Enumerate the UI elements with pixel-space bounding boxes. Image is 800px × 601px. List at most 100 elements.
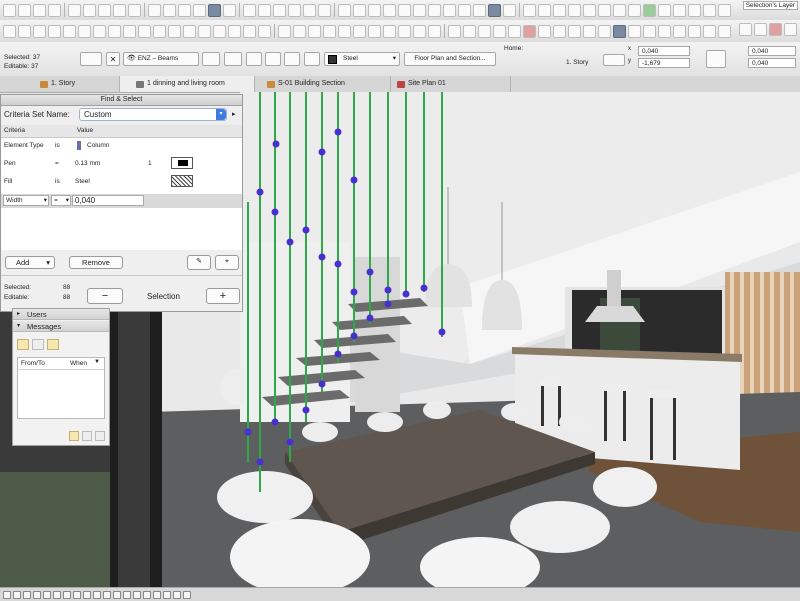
redo-status-icon[interactable] [13, 590, 21, 599]
messages-section-header[interactable]: ▾ Messages [13, 321, 109, 332]
composite-icon[interactable] [318, 3, 331, 17]
curtain-wall-icon[interactable] [183, 24, 196, 38]
favorites-icon[interactable] [80, 52, 102, 66]
projection-icon[interactable] [93, 590, 101, 599]
renovation-filter-icon[interactable] [123, 590, 131, 599]
previous-view-icon[interactable] [53, 590, 61, 599]
reference-line-icon[interactable] [603, 54, 625, 66]
eyedropper-icon[interactable]: ✎ [187, 255, 211, 270]
label-tool-icon[interactable] [323, 24, 336, 38]
pen-set-icon[interactable] [258, 3, 271, 17]
elevation-tool-icon[interactable] [463, 24, 476, 38]
library-icon[interactable] [583, 3, 596, 17]
text-tool-icon[interactable] [308, 24, 321, 38]
add-to-selection-button[interactable]: + [206, 288, 240, 304]
delete-message-icon[interactable] [95, 431, 105, 441]
attach-icon[interactable] [69, 431, 79, 441]
reference-icon[interactable] [754, 23, 767, 36]
depth-field[interactable]: 0,040 [748, 58, 796, 68]
anchor-icon[interactable] [284, 52, 300, 66]
trace-icon[interactable] [739, 23, 752, 36]
paste-icon[interactable] [98, 3, 111, 17]
cut-icon[interactable] [68, 3, 81, 17]
pen-swatch-icon[interactable] [171, 157, 193, 169]
print-message-icon[interactable] [82, 431, 92, 441]
dimension-status-icon[interactable] [143, 590, 151, 599]
print-icon[interactable] [48, 3, 61, 17]
scale-icon[interactable] [173, 590, 181, 599]
polyline-icon[interactable] [383, 24, 396, 38]
tab-dinning-living-room[interactable]: 1 dinning and living room [120, 76, 255, 92]
syringe-icon[interactable] [193, 3, 206, 17]
chevron-right-icon[interactable]: ▸ [232, 110, 236, 118]
explode-icon[interactable] [613, 24, 626, 38]
dimension-icon[interactable] [278, 24, 291, 38]
tab-site-plan[interactable]: Site Plan 01 [391, 76, 511, 92]
pen-set-status-icon[interactable] [153, 590, 161, 599]
organizer-icon[interactable] [568, 3, 581, 17]
marquee-icon[interactable] [163, 3, 176, 17]
arrow-select-icon[interactable] [3, 24, 16, 38]
marker-tool-icon[interactable] [583, 24, 596, 38]
view-settings-button[interactable]: Floor Plan and Section... [404, 52, 496, 66]
slab-tool-icon[interactable] [78, 24, 91, 38]
undo-status-icon[interactable] [3, 590, 11, 599]
open-file-icon[interactable] [18, 3, 31, 17]
structure-icon[interactable] [202, 52, 220, 66]
view-3d-icon[interactable] [338, 3, 351, 17]
markup-icon[interactable] [769, 23, 782, 36]
shape-icon[interactable] [224, 52, 242, 66]
detail-tool-icon[interactable] [508, 24, 521, 38]
wall-tool-icon[interactable] [33, 24, 46, 38]
reply-icon[interactable] [32, 339, 44, 350]
column-tool-icon[interactable] [48, 24, 61, 38]
layout-icon[interactable] [428, 3, 441, 17]
stair-tool-icon[interactable] [153, 24, 166, 38]
beam-tool-icon[interactable] [63, 24, 76, 38]
pointer-icon[interactable] [148, 3, 161, 17]
partial-structure-icon[interactable] [103, 590, 111, 599]
section-size-icon[interactable] [706, 50, 726, 68]
ungroup-icon[interactable] [643, 24, 656, 38]
home-story-value[interactable]: 1. Story [566, 59, 588, 66]
zoom-in-icon[interactable] [23, 590, 31, 599]
sun-icon[interactable] [658, 3, 671, 17]
request-icon[interactable] [47, 339, 59, 350]
grid-tool-icon[interactable] [538, 24, 551, 38]
zoom-icon[interactable] [688, 3, 701, 17]
distribute-icon[interactable] [703, 24, 716, 38]
eyedropper-icon[interactable] [178, 3, 191, 17]
criteria-row-width[interactable]: Width ▾ = ▾ 0,040 [1, 194, 242, 208]
width-field[interactable]: 0,040 [748, 46, 796, 56]
worksheet-icon[interactable] [413, 3, 426, 17]
criteria-row[interactable]: Fill is Steel [1, 175, 242, 190]
rotation-icon[interactable] [265, 52, 281, 66]
marquee-select-icon[interactable] [18, 24, 31, 38]
figure-icon[interactable] [428, 24, 441, 38]
width-criteria-dropdown[interactable]: Width ▾ [3, 195, 49, 206]
selection-layer-dropdown[interactable]: Selection's Layer [742, 1, 798, 10]
deselect-button[interactable]: − [87, 288, 123, 304]
fill-tool-icon[interactable] [338, 24, 351, 38]
lock-icon[interactable] [658, 24, 671, 38]
bim-components-icon[interactable] [613, 3, 626, 17]
new-file-icon[interactable] [3, 3, 16, 17]
x-coordinate-field[interactable]: 0,040 [638, 46, 690, 56]
tab-building-section[interactable]: S-01 Building Section [255, 76, 391, 92]
slant-icon[interactable] [304, 52, 320, 66]
mirror-icon[interactable] [718, 24, 731, 38]
orbit-icon[interactable] [73, 590, 81, 599]
arc-tool-icon[interactable] [368, 24, 381, 38]
layer-settings-icon[interactable] [243, 3, 256, 17]
magic-wand-icon[interactable] [223, 3, 236, 17]
camera-tool-icon[interactable] [553, 24, 566, 38]
group-icon[interactable] [628, 24, 641, 38]
pan-icon[interactable] [718, 3, 731, 17]
graphic-override-icon[interactable] [113, 590, 121, 599]
roof-tool-icon[interactable] [93, 24, 106, 38]
grid-icon[interactable] [628, 3, 641, 17]
render-icon[interactable] [488, 3, 501, 17]
camera-icon[interactable] [503, 3, 516, 17]
cut-plane-icon[interactable] [598, 24, 611, 38]
measure-icon[interactable] [673, 3, 686, 17]
